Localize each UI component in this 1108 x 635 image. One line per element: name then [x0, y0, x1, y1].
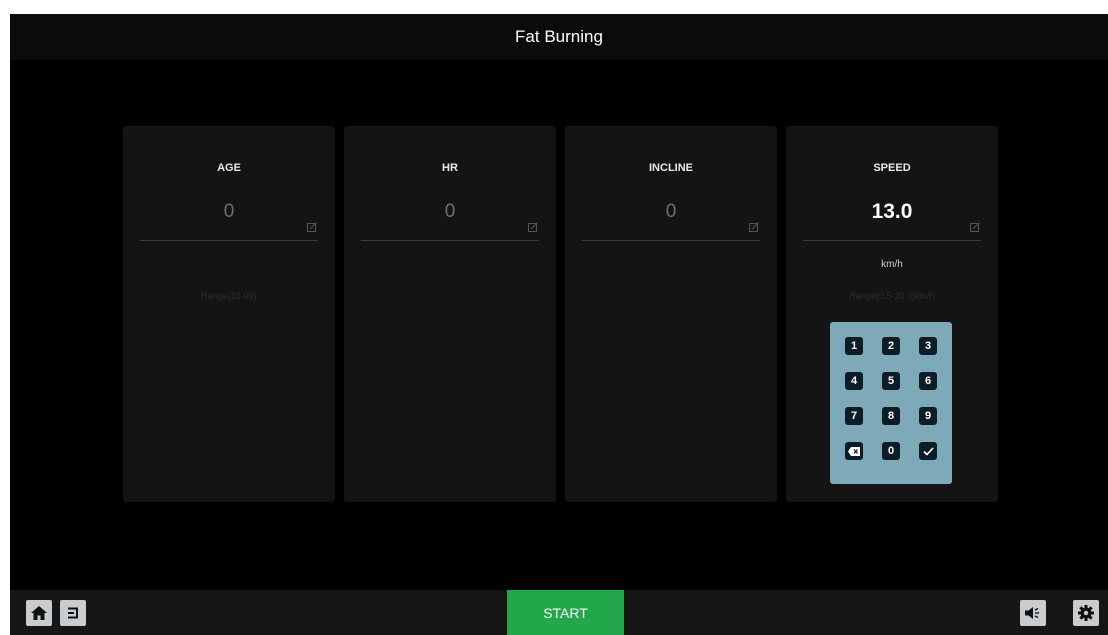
incline-card[interactable]: INCLINE 0	[565, 126, 777, 502]
age-range: Range(10-99)	[201, 291, 257, 301]
page-title: Fat Burning	[515, 27, 603, 46]
speed-range: Range(0.5-20.0)km/h	[849, 291, 935, 301]
title-bar: Fat Burning	[10, 14, 1108, 60]
backspace-key[interactable]	[845, 442, 863, 460]
hr-label: HR	[442, 162, 458, 174]
edit-icon[interactable]	[307, 222, 317, 232]
speed-label: SPEED	[873, 162, 911, 174]
back-icon	[68, 607, 78, 619]
app-screen: Fat Burning AGE 0 Range(10-99) HR 0 INCL…	[10, 14, 1108, 635]
incline-label: INCLINE	[649, 162, 693, 174]
hr-value[interactable]: 0	[344, 201, 556, 223]
bottom-bar: START	[10, 590, 1108, 635]
home-icon	[31, 606, 47, 620]
volume-icon	[1025, 607, 1039, 619]
speed-unit: km/h	[881, 259, 903, 270]
key-7[interactable]: 7	[845, 407, 863, 425]
gear-icon	[1078, 605, 1094, 621]
settings-button[interactable]	[1073, 600, 1099, 626]
home-button[interactable]	[26, 600, 52, 626]
incline-value[interactable]: 0	[565, 201, 777, 223]
hr-underline	[361, 240, 539, 241]
speed-value[interactable]: 13.0	[786, 200, 998, 224]
incline-underline	[582, 240, 760, 241]
key-8[interactable]: 8	[882, 407, 900, 425]
key-5[interactable]: 5	[882, 372, 900, 390]
age-value[interactable]: 0	[123, 201, 335, 223]
speed-card[interactable]: SPEED 13.0 km/h Range(0.5-20.0)km/h 1 2 …	[786, 126, 998, 502]
volume-button[interactable]	[1020, 600, 1046, 626]
key-4[interactable]: 4	[845, 372, 863, 390]
check-icon	[922, 446, 934, 456]
back-button[interactable]	[60, 600, 86, 626]
confirm-key[interactable]	[919, 442, 937, 460]
key-1[interactable]: 1	[845, 337, 863, 355]
edit-icon[interactable]	[970, 222, 980, 232]
edit-icon[interactable]	[749, 222, 759, 232]
key-0[interactable]: 0	[882, 442, 900, 460]
age-card[interactable]: AGE 0 Range(10-99)	[123, 126, 335, 502]
start-button[interactable]: START	[507, 590, 624, 635]
backspace-icon	[848, 446, 860, 456]
age-label: AGE	[217, 162, 241, 174]
key-2[interactable]: 2	[882, 337, 900, 355]
key-3[interactable]: 3	[919, 337, 937, 355]
hr-card[interactable]: HR 0	[344, 126, 556, 502]
edit-icon[interactable]	[528, 222, 538, 232]
speed-underline	[803, 240, 981, 241]
key-6[interactable]: 6	[919, 372, 937, 390]
numeric-keypad: 1 2 3 4 5 6 7 8 9 0	[830, 322, 952, 484]
age-underline	[140, 240, 318, 241]
key-9[interactable]: 9	[919, 407, 937, 425]
